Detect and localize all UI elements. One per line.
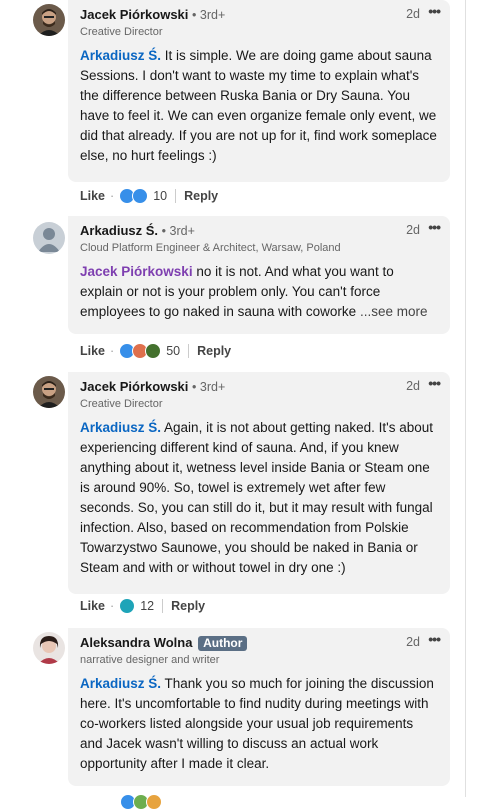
connection-degree: • 3rd+ [192, 380, 226, 394]
avatar[interactable] [33, 4, 65, 36]
funny-reaction-icon [119, 598, 136, 614]
author-headline: Creative Director [80, 398, 163, 410]
support-reaction-icon [145, 343, 162, 359]
reactions-icons[interactable] [119, 188, 149, 204]
avatar[interactable] [33, 632, 65, 664]
comment-actions-partial [80, 792, 167, 812]
timestamp: 2d [406, 7, 420, 21]
timestamp: 2d [406, 223, 420, 237]
reply-button[interactable]: Reply [184, 189, 218, 203]
author-badge: Author [198, 636, 248, 651]
author-headline: Creative Director [80, 26, 163, 38]
avatar[interactable] [33, 376, 65, 408]
author-name[interactable]: Jacek Piórkowski [80, 7, 188, 22]
love-reaction-icon [146, 794, 162, 810]
comment-text: Arkadiusz Ś. It is simple. We are doing … [80, 48, 437, 163]
more-options-icon[interactable]: ••• [428, 375, 441, 391]
more-options-icon[interactable]: ••• [428, 219, 441, 235]
mention-link[interactable]: Arkadiusz Ś. [80, 48, 161, 63]
more-options-icon[interactable]: ••• [428, 3, 441, 19]
reactions-icons[interactable] [119, 598, 136, 614]
more-options-icon[interactable]: ••• [428, 631, 441, 647]
like-button[interactable]: Like [80, 344, 105, 358]
comment-actions: Like · 50 Reply [80, 343, 232, 359]
author-name[interactable]: Aleksandra Wolna [80, 635, 192, 650]
comment-bubble: Aleksandra Wolna Author narrative design… [68, 628, 450, 786]
reaction-count[interactable]: 50 [166, 344, 180, 358]
comment-bubble: Arkadiusz Ś. • 3rd+ Cloud Platform Engin… [68, 216, 450, 334]
reactions-icons[interactable] [119, 343, 162, 359]
reaction-count[interactable]: 10 [153, 189, 167, 203]
comment-actions: Like · 10 Reply [80, 188, 219, 204]
reaction-count[interactable]: 12 [140, 599, 154, 613]
comment-actions: Like · 12 Reply [80, 598, 206, 614]
reply-button[interactable]: Reply [171, 599, 205, 613]
author-headline: narrative designer and writer [80, 654, 220, 666]
like-button[interactable]: Like [80, 189, 105, 203]
right-divider [465, 0, 466, 797]
author-name[interactable]: Jacek Piórkowski [80, 379, 188, 394]
timestamp: 2d [406, 379, 420, 393]
like-button[interactable]: Like [80, 599, 105, 613]
see-more-link[interactable]: ...see more [360, 304, 428, 319]
comment-bubble: Jacek Piórkowski • 3rd+ Creative Directo… [68, 372, 450, 594]
reply-button[interactable]: Reply [197, 344, 231, 358]
comment-text: Jacek Piórkowski no it is not. And what … [80, 264, 428, 319]
mention-link[interactable]: Arkadiusz Ś. [80, 676, 161, 691]
avatar[interactable] [33, 222, 65, 254]
mention-link[interactable]: Arkadiusz Ś. [80, 420, 161, 435]
comment-text: Arkadiusz Ś. Again, it is not about gett… [80, 420, 434, 575]
mention-link[interactable]: Jacek Piórkowski [80, 264, 193, 279]
connection-degree: • 3rd+ [161, 224, 195, 238]
author-headline: Cloud Platform Engineer & Architect, War… [80, 242, 341, 254]
like-reaction-icon [132, 188, 149, 204]
connection-degree: • 3rd+ [192, 8, 226, 22]
comment-text: Arkadiusz Ś. Thank you so much for joini… [80, 676, 434, 771]
reactions-icons[interactable] [120, 794, 162, 810]
timestamp: 2d [406, 635, 420, 649]
comment-bubble: Jacek Piórkowski • 3rd+ Creative Directo… [68, 0, 450, 182]
author-name[interactable]: Arkadiusz Ś. [80, 223, 158, 238]
